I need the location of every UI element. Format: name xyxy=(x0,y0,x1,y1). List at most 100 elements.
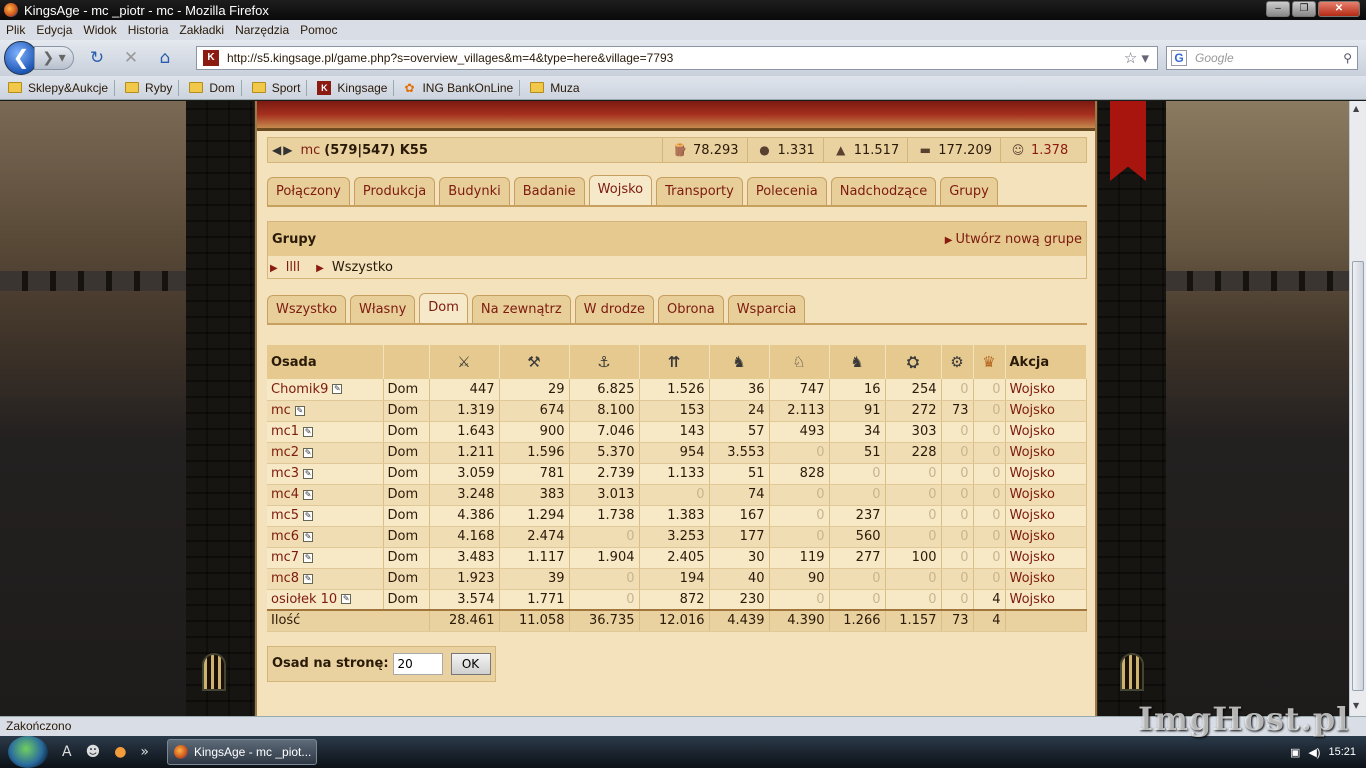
tab-budynki[interactable]: Budynki xyxy=(439,177,510,205)
subtab-wszystko[interactable]: Wszystko xyxy=(267,295,347,323)
village-link[interactable]: mc1 xyxy=(271,424,299,439)
close-button[interactable]: ✕ xyxy=(1318,1,1360,17)
forward-button[interactable]: ❯ ▾ xyxy=(34,46,74,70)
ok-button[interactable]: OK xyxy=(450,652,491,675)
tab-badanie[interactable]: Badanie xyxy=(513,177,585,205)
tab-polecenia[interactable]: Polecenia xyxy=(746,177,827,205)
menu-item-historia[interactable]: Historia xyxy=(123,23,174,37)
subtab-wsparcia[interactable]: Wsparcia xyxy=(727,295,806,323)
action-link[interactable]: Wojsko xyxy=(1005,505,1087,527)
bookmark-ing[interactable]: ✿ ING BankOnLine xyxy=(404,81,513,95)
taskbar-firefox-task[interactable]: KingsAge - mc _piot... xyxy=(166,739,317,765)
quicklaunch-firefox-icon[interactable]: ● xyxy=(114,744,126,760)
tab-polaczony[interactable]: Połączony xyxy=(267,177,350,205)
google-icon[interactable]: G xyxy=(1171,50,1187,66)
quicklaunch-more-icon[interactable]: » xyxy=(140,744,149,760)
reload-icon[interactable]: ↻ xyxy=(86,47,108,69)
total-row: Ilość 28.461 11.058 36.735 12.016 4.439 4.390 1… xyxy=(267,609,1087,632)
stop-icon[interactable]: ✕ xyxy=(120,47,142,69)
menu-item-pomoc[interactable]: Pomoc xyxy=(295,23,342,37)
edit-icon[interactable]: ✎ xyxy=(303,531,314,542)
action-link[interactable]: Wojsko xyxy=(1005,568,1087,590)
search-input[interactable]: Google xyxy=(1191,51,1343,65)
edit-icon[interactable]: ✎ xyxy=(332,384,343,395)
action-link[interactable]: Wojsko xyxy=(1005,400,1087,422)
village-link[interactable]: mc8 xyxy=(271,571,299,586)
tray-network-icon[interactable]: ▣ xyxy=(1290,746,1300,759)
village-link[interactable]: mc2 xyxy=(271,445,299,460)
tab-wojsko[interactable]: Wojsko xyxy=(588,175,653,205)
village-link[interactable]: mc6 xyxy=(271,529,299,544)
tab-transporty[interactable]: Transporty xyxy=(656,177,743,205)
group-link-wszystko[interactable]: ▶ Wszystko xyxy=(316,260,401,275)
quicklaunch-font-icon[interactable]: A xyxy=(62,744,72,760)
action-link[interactable]: Wojsko xyxy=(1005,484,1087,506)
bookmark-dom[interactable]: Dom xyxy=(189,81,235,95)
subtab-na-zewnatrz[interactable]: Na zewnątrz xyxy=(471,295,571,323)
unit-count-cell: 2.405 xyxy=(639,547,710,569)
quicklaunch-messenger-icon[interactable]: ☻ xyxy=(86,744,101,760)
village-link[interactable]: mc xyxy=(271,403,291,418)
edit-icon[interactable]: ✎ xyxy=(303,489,314,500)
village-link[interactable]: mc5 xyxy=(271,508,299,523)
menu-item-edycja[interactable]: Edycja xyxy=(31,23,77,37)
search-bar[interactable]: G Google ⚲ xyxy=(1166,46,1358,70)
action-link[interactable]: Wojsko xyxy=(1005,526,1087,548)
villages-per-page-input[interactable] xyxy=(392,652,443,675)
bookmark-muza[interactable]: Muza xyxy=(530,81,580,95)
edit-icon[interactable]: ✎ xyxy=(303,573,314,584)
maximize-button[interactable]: ❐ xyxy=(1292,1,1316,17)
village-link[interactable]: osiołek 10 xyxy=(271,592,337,607)
edit-icon[interactable]: ✎ xyxy=(303,552,314,563)
subtab-dom[interactable]: Dom xyxy=(419,293,468,323)
tab-produkcja[interactable]: Produkcja xyxy=(353,177,436,205)
group-link-llll[interactable]: ▶ llll xyxy=(270,260,308,275)
edit-icon[interactable]: ✎ xyxy=(341,594,352,605)
bookmark-ryby[interactable]: Ryby xyxy=(125,81,172,95)
edit-icon[interactable]: ✎ xyxy=(294,405,305,416)
page-scrollbar[interactable]: ▲ ▼ xyxy=(1349,101,1366,716)
village-name[interactable]: mc xyxy=(300,143,320,158)
subtab-obrona[interactable]: Obrona xyxy=(658,295,724,323)
bookmark-star-icon[interactable]: ☆ ▾ xyxy=(1124,49,1149,67)
back-button[interactable]: ❮ xyxy=(4,41,38,75)
edit-icon[interactable]: ✎ xyxy=(303,510,314,521)
menu-item-plik[interactable]: Plik xyxy=(1,23,30,37)
action-link[interactable]: Wojsko xyxy=(1005,463,1087,485)
bookmark-sklepy[interactable]: Sklepy&Aukcje xyxy=(8,81,108,95)
subtab-w-drodze[interactable]: W drodze xyxy=(574,295,654,323)
tab-nadchodzace[interactable]: Nadchodzące xyxy=(830,177,937,205)
menu-item-narzedzia[interactable]: Narzędzia xyxy=(230,23,294,37)
village-link[interactable]: mc7 xyxy=(271,550,299,565)
tab-grupy[interactable]: Grupy xyxy=(940,177,998,205)
scroll-down-icon[interactable]: ▼ xyxy=(1353,701,1359,710)
action-link[interactable]: Wojsko xyxy=(1005,421,1087,443)
village-link[interactable]: mc3 xyxy=(271,466,299,481)
action-link[interactable]: Wojsko xyxy=(1005,589,1087,611)
edit-icon[interactable]: ✎ xyxy=(303,447,314,458)
edit-icon[interactable]: ✎ xyxy=(303,426,314,437)
start-button[interactable] xyxy=(8,736,48,768)
menu-item-zakladki[interactable]: Zakładki xyxy=(174,23,229,37)
home-icon[interactable]: ⌂ xyxy=(154,47,176,69)
minimize-button[interactable]: ‒ xyxy=(1266,1,1290,17)
scroll-thumb[interactable] xyxy=(1352,261,1364,691)
action-link[interactable]: Wojsko xyxy=(1005,442,1087,464)
action-link[interactable]: Wojsko xyxy=(1005,547,1087,569)
tray-volume-icon[interactable]: ◀) xyxy=(1308,746,1320,759)
search-icon[interactable]: ⚲ xyxy=(1343,51,1352,65)
clock[interactable]: 15:21 xyxy=(1328,746,1356,758)
menu-item-widok[interactable]: Widok xyxy=(78,23,121,37)
village-nav-arrows-icon[interactable]: ◀▶ xyxy=(272,143,294,157)
create-group-link[interactable]: ▶ Utwórz nową grupe xyxy=(945,232,1082,247)
url-text[interactable]: http://s5.kingsage.pl/game.php?s=overvie… xyxy=(227,51,1124,65)
scroll-up-icon[interactable]: ▲ xyxy=(1353,104,1359,113)
village-link[interactable]: Chomik9 xyxy=(271,382,328,397)
subtab-wlasny[interactable]: Własny xyxy=(350,295,416,323)
village-link[interactable]: mc4 xyxy=(271,487,299,502)
bookmark-sport[interactable]: Sport xyxy=(251,81,300,95)
bookmark-kingsage[interactable]: K Kingsage xyxy=(317,80,387,95)
url-bar[interactable]: K http://s5.kingsage.pl/game.php?s=overv… xyxy=(196,46,1158,70)
edit-icon[interactable]: ✎ xyxy=(303,468,314,479)
action-link[interactable]: Wojsko xyxy=(1005,379,1087,401)
